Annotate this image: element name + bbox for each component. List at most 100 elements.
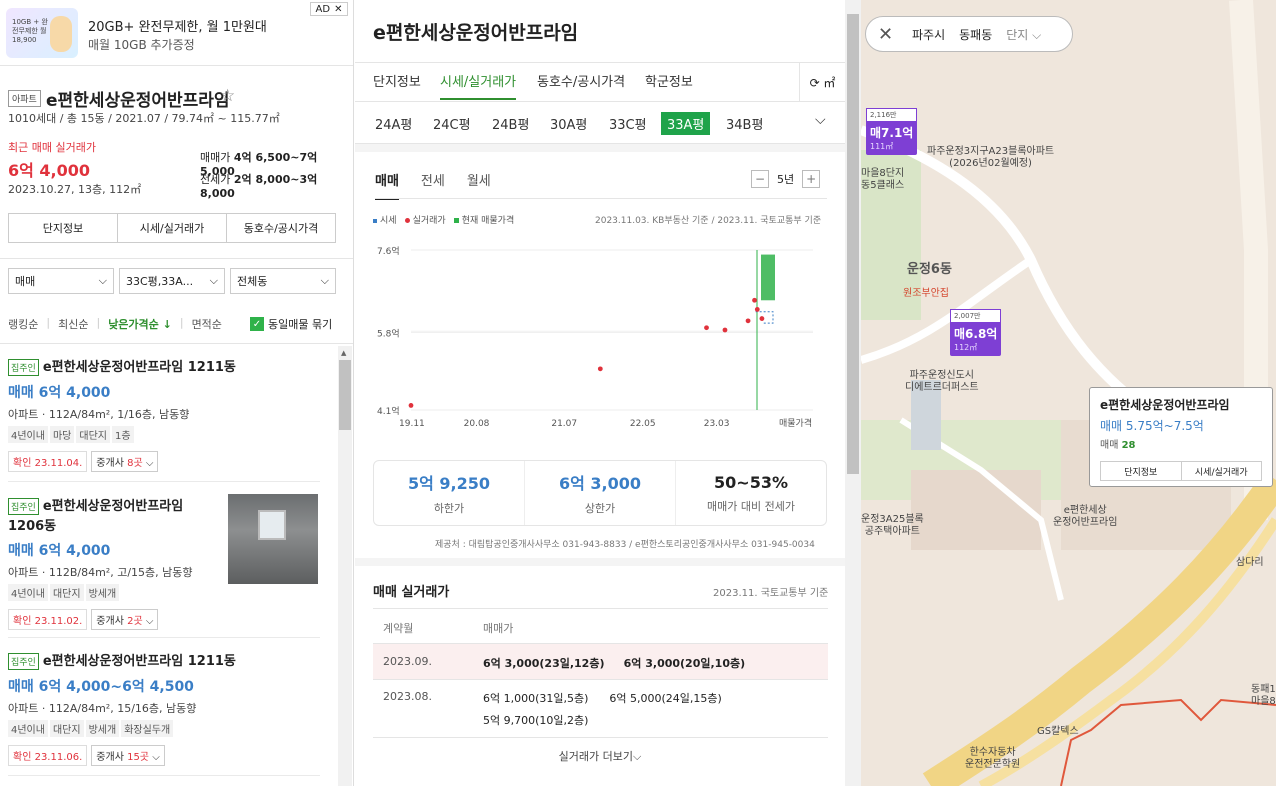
ad-title[interactable]: 20GB+ 완전무제한, 월 1만원대 (88, 16, 267, 35)
size-value: 33C평,33A... (126, 275, 194, 288)
more-trades-button[interactable]: 실거래가 더보기⌵ (355, 748, 845, 764)
tab-school[interactable]: 학군정보 (645, 71, 693, 90)
real-trade-point (597, 366, 603, 372)
ad-tag: AD ✕ (310, 2, 348, 16)
chevron-down-icon[interactable]: ⌵ (815, 112, 826, 128)
stat-value: 6억 3,000 (558, 474, 642, 493)
map-complex-popup[interactable]: e편한세상운정어반프라임 매매 5.75억~7.5억 매매 28 단지정보 시세… (1089, 387, 1273, 487)
unit-toggle-button[interactable]: ⟳ ㎡ (799, 62, 845, 102)
pyeong-tab[interactable]: 34B평 (726, 114, 763, 133)
ad-thumbnail[interactable]: 10GB + 완전무제한 월18,900 (6, 8, 78, 58)
list-item[interactable]: 집주인 e편한세상운정어반프라임 1206동 매매 6억 4,000 아파트 · … (8, 495, 223, 630)
close-icon[interactable]: ✕ (878, 24, 898, 45)
tab-unit-price[interactable]: 동호수/공시가격 (227, 214, 335, 242)
same-listing-toggle[interactable]: ✓ 동일매물 묶기 (250, 316, 332, 332)
popup-complex-info-button[interactable]: 단지정보 (1101, 462, 1182, 480)
stat-value: 50~53% (714, 472, 788, 492)
section-gap (355, 144, 845, 152)
map-place-label: 운정3A25블록 공주택아파트 (861, 514, 924, 537)
agents-button[interactable]: 중개사 2곳 ⌵ (91, 609, 159, 630)
tab-unit-price[interactable]: 동호수/공시가격 (537, 71, 625, 90)
ad-thumb-text: 10GB + 완전무제한 월18,900 (12, 18, 48, 44)
divider (0, 343, 353, 344)
tab-jeonse[interactable]: 전세 (421, 170, 445, 200)
row-prices: 6억 3,000(23일,12층) 6억 3,000(20일,10층) (483, 657, 746, 670)
chip: 방세개 (85, 720, 120, 737)
popup-title[interactable]: e편한세상운정어반프라임 (1100, 396, 1262, 413)
divider (8, 775, 320, 776)
agents-button[interactable]: 중개사 15곳 ⌵ (91, 745, 165, 766)
owner-badge: 집주인 (8, 653, 39, 670)
popup-price-button[interactable]: 시세/실거래가 (1182, 462, 1262, 480)
ad-close-icon[interactable]: ✕ (334, 4, 342, 15)
divider: | (179, 316, 184, 329)
breadcrumb-complex[interactable]: 단지 ⌵ (1006, 26, 1041, 43)
map-price-pin[interactable]: 2,116만 매7.1억 111㎡ (866, 108, 918, 155)
listing-title[interactable]: e편한세상운정어반프라임 1211동 (43, 360, 236, 375)
ad-subtitle: 매월 10GB 추가증정 (88, 38, 195, 52)
stat-ratio: 50~53% 매매가 대비 전세가 (676, 461, 826, 525)
tab-sale[interactable]: 매매 (375, 170, 399, 200)
photo-window (258, 510, 286, 540)
agents-button[interactable]: 중개사 8곳 ⌵ (91, 451, 159, 472)
pyeong-tab[interactable]: 30A평 (550, 114, 587, 133)
list-item[interactable]: 집주인 e편한세상운정어반프라임 1211동 매매 6억 4,000 아파트 · … (8, 356, 326, 472)
trade-type-select[interactable]: 매매 ⌵ (8, 268, 114, 294)
favorite-star-icon[interactable]: ☆ (220, 86, 235, 106)
scroll-up-icon[interactable]: ▲ (341, 349, 346, 357)
legend-label: 실거래가 (412, 216, 446, 226)
minus-button[interactable]: − (751, 170, 769, 188)
y-tick-label: 5.8억 (377, 327, 400, 339)
chart-source: 2023.11.03. KB부동산 기준 / 2023.11. 국토교통부 기준 (595, 216, 822, 226)
size-select[interactable]: 33C평,33A... ⌵ (119, 268, 225, 294)
listing-footer: 확인 23.11.04. 중개사 8곳 ⌵ (8, 451, 326, 472)
listing-desc: 아파트 · 112B/84m², 고/15층, 남동향 (8, 566, 193, 579)
scrollbar-thumb[interactable] (339, 360, 351, 430)
listing-title-row: 집주인 e편한세상운정어반프라임 1206동 (8, 495, 223, 534)
popup-buttons: 단지정보 시세/실거래가 (1100, 461, 1262, 481)
tab-complex-info[interactable]: 단지정보 (373, 71, 421, 90)
list-scrollbar[interactable]: ▲ (338, 346, 352, 786)
scrollbar-thumb[interactable] (847, 14, 859, 474)
table-header: 계약월 매매가 (373, 608, 828, 644)
pyeong-tab[interactable]: 24B평 (492, 114, 529, 133)
listing-photo[interactable] (228, 494, 318, 584)
popup-count-label: 매매 (1100, 440, 1122, 451)
listing-range-bar (761, 254, 775, 301)
sort-low-price[interactable]: 낮은가격순 ↓ (108, 316, 172, 332)
map-price-pin[interactable]: 2,007만 매6.8억 112㎡ (950, 309, 1002, 356)
breadcrumb-dong[interactable]: 동패동 (959, 26, 992, 43)
pyeong-tab[interactable]: 24C평 (433, 114, 471, 133)
sort-options: 랭킹순 | 최신순 | 낮은가격순 ↓ | 면적순 (8, 316, 222, 332)
listing-desc: 아파트 · 112A/84m², 15/16층, 남동향 (8, 702, 197, 715)
sort-ranking[interactable]: 랭킹순 (8, 316, 38, 332)
pin-price-per-area: 2,007만 (950, 309, 1002, 323)
pyeong-tab[interactable]: 33C평 (609, 114, 647, 133)
price-chart[interactable]: 7.6억 5.8억 4.1억 19.11 20.08 21.07 22.05 23.03 매물가… (373, 236, 833, 432)
tab-monthly[interactable]: 월세 (467, 170, 491, 200)
tab-complex-info[interactable]: 단지정보 (9, 214, 118, 242)
stat-value: 5억 9,250 (407, 474, 491, 493)
real-trade-point (408, 403, 414, 408)
tab-price[interactable]: 시세/실거래가 (440, 71, 517, 100)
checkbox-checked-icon[interactable]: ✓ (250, 317, 264, 331)
listing-title[interactable]: e편한세상운정어반프라임 1211동 (43, 654, 236, 669)
listing-price: 매매 6억 4,000 (8, 385, 111, 401)
sort-latest[interactable]: 최신순 (58, 316, 88, 332)
list-item[interactable]: 집주인 e편한세상운정어반프라임 1211동 매매 6억 4,000~6억 4,5… (8, 650, 326, 766)
listing-chips: 4년이내 마당 대단지 1층 (8, 426, 326, 443)
plus-button[interactable]: + (802, 170, 821, 188)
ad-banner[interactable]: 10GB + 완전무제한 월18,900 20GB+ 완전무제한, 월 1만원대… (0, 0, 353, 66)
pyeong-tab[interactable]: 24A평 (375, 114, 412, 133)
tab-price[interactable]: 시세/실거래가 (118, 214, 227, 242)
breadcrumb-city[interactable]: 파주시 (912, 26, 945, 43)
real-trade-point (745, 318, 751, 324)
stat-label: 하한가 (433, 502, 465, 515)
recent-trade-price: 6억 4,000 (8, 161, 91, 180)
sort-area[interactable]: 면적순 (192, 316, 222, 332)
stat-upper: 6억 3,000 상한가 (525, 461, 676, 525)
detail-scrollbar[interactable] (845, 0, 861, 786)
pyeong-tab-selected[interactable]: 33A평 (661, 112, 711, 135)
row-month: 2023.08. (383, 690, 432, 703)
dong-select[interactable]: 전체동 ⌵ (230, 268, 336, 294)
